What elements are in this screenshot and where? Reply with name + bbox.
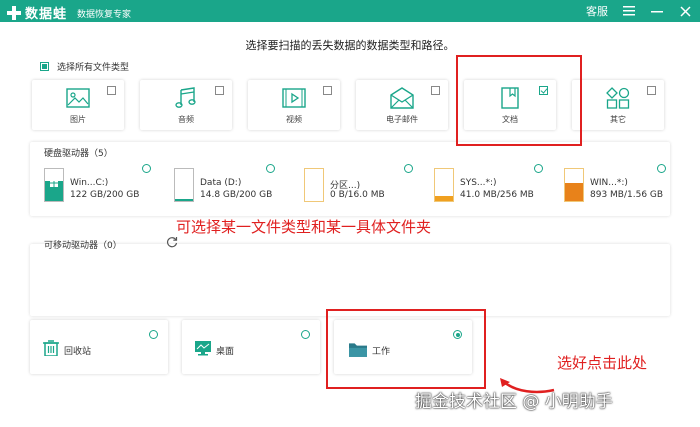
location-radio[interactable] [149,330,158,339]
hard-drive-title: 硬盘驱动器（5） [44,149,113,159]
drive-icon [304,168,324,202]
drive-item[interactable]: Win...C:) 122 GB/200 GB [44,168,162,204]
drive-name: WIN...*:) [590,178,628,188]
drive-item[interactable]: WIN...*:) 893 MB/1.56 GB [564,168,682,204]
type-checkbox[interactable] [431,86,440,95]
removable-drive-title: 可移动驱动器（0） [44,241,122,251]
close-icon[interactable] [678,4,692,18]
drive-radio[interactable] [142,164,151,173]
page-subtitle: 选择要扫描的丢失数据的数据类型和路径。 [245,39,455,52]
app-logo: 数据蛙 数据恢复专家 [6,3,131,22]
type-label: 电子邮件 [386,115,418,124]
title-bar: 数据蛙 数据恢复专家 客服 [0,0,700,22]
refresh-icon[interactable] [166,236,178,251]
location-label: 桌面 [216,347,235,357]
windows-logo-icon [50,179,58,190]
drive-item[interactable]: SYS...*:) 41.0 MB/256 MB [434,168,552,204]
recycle-bin-icon [43,340,59,356]
other-icon [606,87,630,109]
menu-icon[interactable] [622,4,636,18]
drive-size: 122 GB/200 GB [70,190,140,200]
type-label: 其它 [610,115,626,124]
drive-item[interactable]: Data (D:) 14.8 GB/200 GB [174,168,292,204]
drive-name: Win...C:) [70,178,109,188]
type-card-images[interactable]: 图片 [32,80,124,130]
type-checkbox[interactable] [215,86,224,95]
type-checkbox[interactable] [107,86,116,95]
drive-radio[interactable] [534,164,543,173]
removable-drive-panel [30,244,670,316]
type-label: 音频 [178,115,194,124]
drive-size: 41.0 MB/256 MB [460,190,534,200]
desktop-icon [195,341,211,356]
video-icon [282,88,306,108]
drive-size: 14.8 GB/200 GB [200,190,273,200]
type-label: 视频 [286,115,302,124]
location-recycle-bin[interactable]: 回收站 [30,320,168,374]
drive-item[interactable]: 分区...) 0 B/16.0 MB [304,168,422,204]
type-label: 图片 [70,115,86,124]
type-card-video[interactable]: 视频 [248,80,340,130]
type-checkbox[interactable] [647,86,656,95]
minimize-icon[interactable] [650,4,664,18]
select-all-label: 选择所有文件类型 [57,63,130,73]
type-card-other[interactable]: 其它 [572,80,664,130]
type-checkbox[interactable] [323,86,332,95]
drive-name: Data (D:) [200,178,242,188]
type-card-email[interactable]: 电子邮件 [356,80,448,130]
annotation-box-folder [326,309,486,389]
select-all-checkbox[interactable]: 选择所有文件类型 [40,60,129,73]
app-name: 数据蛙 [25,7,68,22]
drive-icon [564,168,584,202]
drive-icon [434,168,454,202]
annotation-click-note: 选好点击此处 [557,354,648,372]
select-all-box[interactable] [40,62,49,71]
watermark: 掘金技术社区 @ 小明助手 [415,392,613,412]
location-label: 回收站 [64,347,92,357]
image-icon [66,88,90,108]
location-radio[interactable] [301,330,310,339]
frog-logo-icon [6,5,22,21]
drive-size: 893 MB/1.56 GB [590,190,664,200]
music-icon [175,87,196,108]
drive-name: SYS...*:) [460,178,497,188]
drive-radio[interactable] [404,164,413,173]
app-subtitle: 数据恢复专家 [77,10,132,20]
type-card-audio[interactable]: 音频 [140,80,232,130]
annotation-box-documents [456,55,582,146]
drive-size: 0 B/16.0 MB [330,190,385,200]
annotation-note: 可选择某一文件类型和某一具体文件夹 [176,218,432,236]
drive-icon [174,168,194,202]
location-desktop[interactable]: 桌面 [182,320,320,374]
drive-radio[interactable] [657,164,666,173]
drive-radio[interactable] [266,164,275,173]
customer-service-link[interactable]: 客服 [586,3,608,19]
email-icon [390,87,414,109]
